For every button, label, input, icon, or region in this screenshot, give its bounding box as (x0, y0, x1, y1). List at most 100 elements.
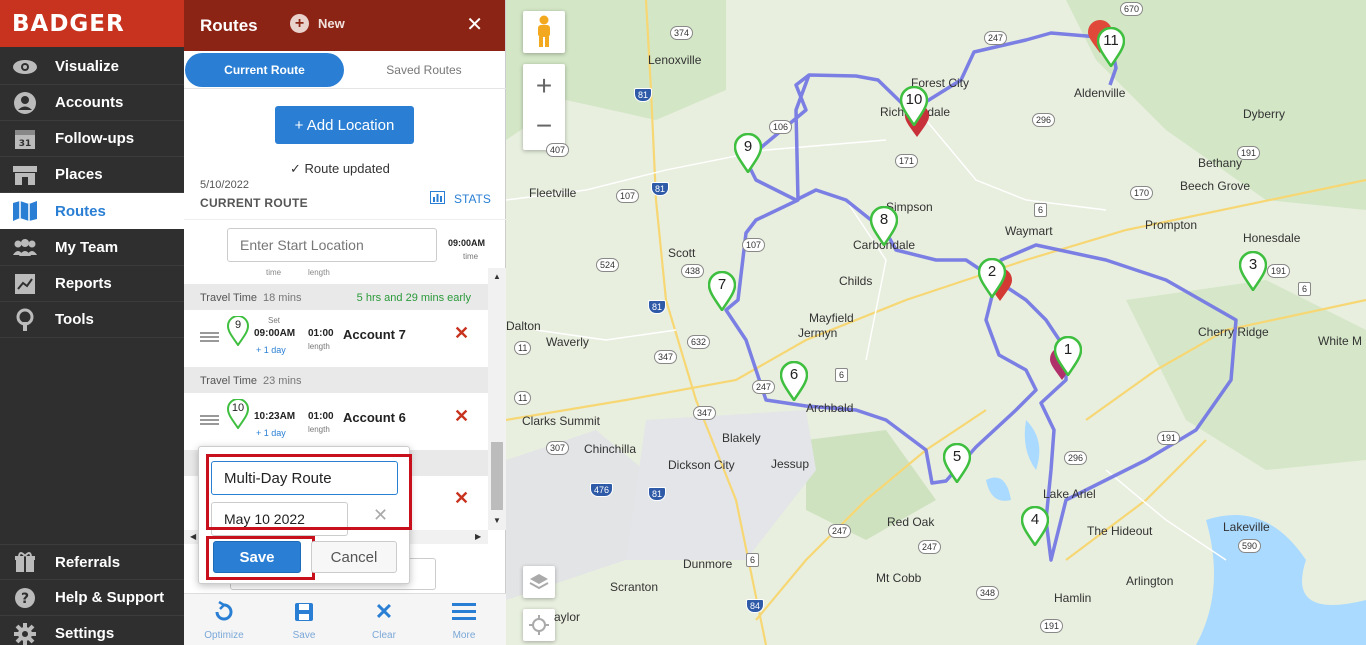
start-time[interactable]: 09:00AM (448, 238, 485, 248)
route-shield: 81 (648, 487, 667, 501)
nav-item-settings[interactable]: Settings (0, 616, 184, 645)
arrival-time[interactable]: 09:00AM (254, 328, 295, 339)
nav-item-visualize[interactable]: Visualize (0, 49, 184, 85)
scroll-left-icon[interactable]: ◀ (190, 532, 196, 541)
map-place-label: Prompton (1145, 218, 1198, 232)
route-shield: 296 (1064, 451, 1088, 465)
route-shield: 11 (514, 341, 532, 355)
route-map[interactable]: + − Lenoxville Forest City Richmondale A… (506, 0, 1366, 645)
time-label-fragment: time (266, 268, 282, 277)
tab-current-route[interactable]: Current Route (185, 53, 344, 87)
map-place-label: Red Oak (887, 515, 935, 529)
clear-route-button[interactable]: ✕ Clear (344, 594, 424, 645)
route-stop-marker[interactable]: 5 (942, 442, 972, 485)
start-time-label: time (463, 252, 479, 261)
map-place-label: Lake Ariel (1043, 487, 1096, 501)
nav-item-reports[interactable]: Reports (0, 266, 184, 302)
add-location-button[interactable]: + Add Location (275, 106, 414, 144)
nav-item-follow-ups[interactable]: 31 Follow-ups (0, 121, 184, 157)
drag-handle-icon[interactable] (200, 332, 219, 342)
street-view-pegman-icon[interactable] (523, 11, 565, 53)
route-stop-marker[interactable]: 10 (899, 85, 929, 128)
stop-number: 10 (231, 402, 245, 414)
map-place-label: Fleetville (529, 186, 577, 200)
stop-length[interactable]: 01:00 (308, 411, 334, 422)
route-shield: 107 (616, 189, 640, 203)
tab-saved-routes[interactable]: Saved Routes (359, 53, 489, 87)
nav-item-routes[interactable]: Routes (0, 193, 184, 229)
delete-stop-icon[interactable]: ✕ (454, 323, 469, 344)
map-place-label: Lenoxville (648, 53, 702, 67)
route-stop-marker[interactable]: 11 (1096, 26, 1126, 69)
list-scrollbar[interactable]: ▲ ▼ (488, 268, 506, 530)
nav-label: My Team (55, 239, 119, 256)
nav-label: Reports (55, 275, 112, 292)
map-place-label: Cherry Ridge (1198, 325, 1269, 339)
route-stop-marker[interactable]: 7 (707, 270, 737, 313)
cancel-button[interactable]: Cancel (311, 541, 397, 573)
stats-button[interactable]: STATS (430, 191, 491, 207)
route-stop-marker[interactable]: 6 (779, 360, 809, 403)
route-shield: 247 (984, 31, 1008, 45)
route-stop-row[interactable]: 10 10:23AM + 1 day 01:00 length Account … (184, 393, 488, 450)
map-place-label: Honesdale (1243, 231, 1301, 245)
arrival-time[interactable]: 10:23AM (254, 411, 295, 422)
map-place-label: Mt Cobb (876, 571, 922, 585)
drag-handle-icon[interactable] (200, 415, 219, 425)
route-stop-marker[interactable]: 4 (1020, 505, 1050, 548)
plus-icon: + (290, 14, 309, 33)
route-stop-marker[interactable]: 8 (869, 205, 899, 248)
stop-length[interactable]: 01:00 (308, 328, 334, 339)
route-shield: 11 (514, 391, 532, 405)
map-place-label: aylor (554, 610, 581, 624)
route-shield: 296 (1032, 113, 1056, 127)
nav-item-places[interactable]: Places (0, 157, 184, 193)
map-place-label: Dickson City (668, 458, 735, 472)
travel-time-row: Travel Time 23 mins (184, 367, 488, 393)
nav-item-referrals[interactable]: Referrals (0, 544, 184, 580)
locate-me-icon[interactable] (523, 609, 555, 641)
map-place-label: Clarks Summit (522, 414, 601, 428)
scroll-down-icon[interactable]: ▼ (493, 516, 501, 525)
route-stop-marker[interactable]: 1 (1053, 335, 1083, 378)
save-route-button[interactable]: Save (264, 594, 344, 645)
map-place-label: Scranton (610, 580, 659, 594)
nav-item-help-support[interactable]: ? Help & Support (0, 580, 184, 616)
close-icon[interactable]: ✕ (466, 12, 483, 37)
delete-stop-icon[interactable]: ✕ (454, 488, 469, 509)
optimize-button[interactable]: Optimize (184, 594, 264, 645)
delete-stop-icon[interactable]: ✕ (454, 406, 469, 427)
stop-account-name[interactable]: Account 6 (343, 410, 406, 425)
nav-item-accounts[interactable]: Accounts (0, 85, 184, 121)
stop-account-name[interactable]: Account 7 (343, 327, 406, 342)
start-location-input[interactable] (227, 228, 437, 262)
route-shield: 347 (654, 350, 678, 364)
scroll-thumb[interactable] (491, 442, 503, 510)
route-stop-row[interactable]: 9 Set 09:00AM + 1 day 01:00 length Accou… (184, 310, 488, 367)
map-place-label: Beech Grove (1180, 179, 1251, 193)
nav-item-my-team[interactable]: My Team (0, 230, 184, 266)
gear-icon (12, 622, 38, 645)
route-shield: 590 (1238, 539, 1262, 553)
route-date: 5/10/2022 (200, 179, 249, 191)
route-stop-marker[interactable]: 3 (1238, 250, 1268, 293)
route-tabs: Current Route Saved Routes (184, 51, 506, 89)
badger-logo[interactable]: BADGER (0, 0, 184, 47)
help-icon: ? (12, 587, 38, 609)
new-route-button[interactable]: + New (290, 14, 345, 33)
more-button[interactable]: More (424, 594, 504, 645)
nav-item-tools[interactable]: Tools (0, 302, 184, 338)
layers-icon[interactable] (523, 566, 555, 598)
route-stop-marker[interactable]: 2 (977, 257, 1007, 300)
travel-time-value: 18 mins (263, 292, 302, 304)
route-stop-marker[interactable]: 9 (733, 132, 763, 175)
nav-label: Referrals (55, 553, 121, 571)
map-place-label: Waverly (546, 335, 589, 349)
route-shield: 476 (590, 483, 614, 497)
scroll-right-icon[interactable]: ▶ (475, 532, 481, 541)
nav-label: Tools (55, 311, 94, 328)
toolbar-label: More (452, 630, 476, 641)
scroll-up-icon[interactable]: ▲ (493, 272, 501, 281)
marker-number: 1 (1063, 341, 1073, 358)
zoom-in-button[interactable]: + (536, 64, 552, 107)
